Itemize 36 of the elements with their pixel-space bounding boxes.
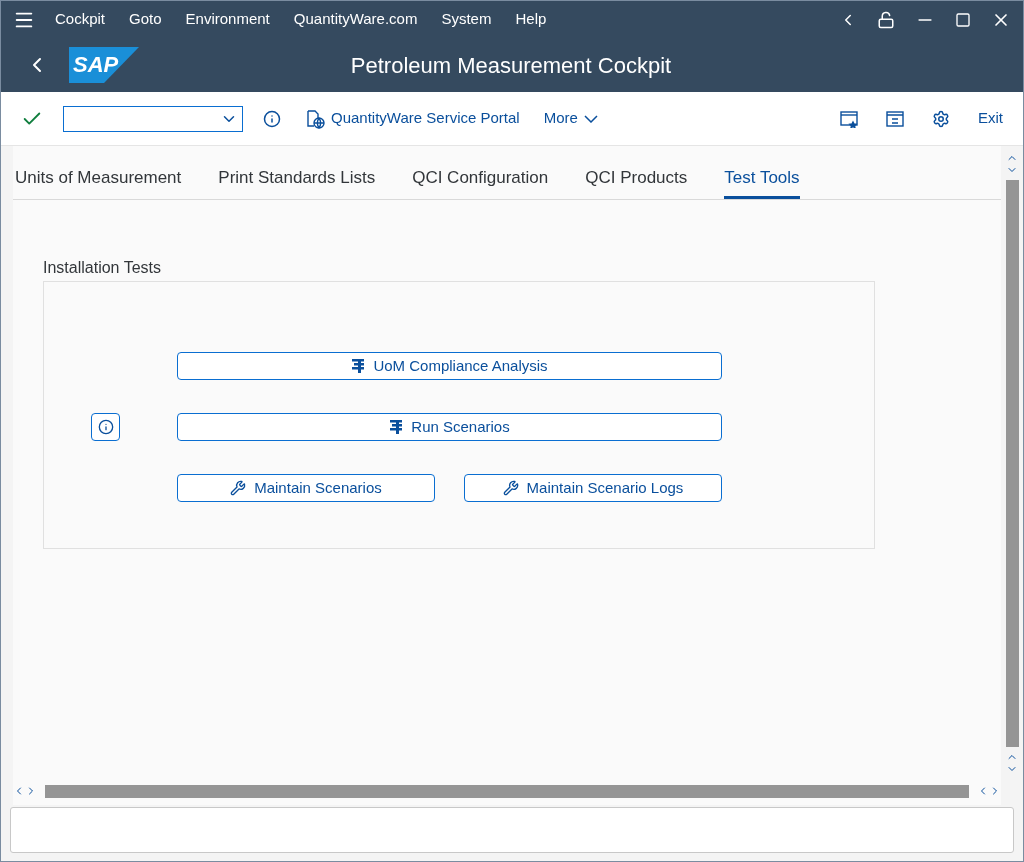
wrench-icon [502,480,519,496]
tab[interactable]: Test Tools [724,164,800,199]
wrench-icon [230,480,247,496]
run-icon [351,358,366,374]
menu-item[interactable]: QuantityWare.com [293,8,418,31]
lock-icon[interactable] [877,10,895,29]
maximize-icon[interactable] [955,11,971,28]
info-icon [97,419,114,435]
logo: SAP [69,47,139,83]
command-field[interactable] [63,105,243,132]
menu-item[interactable]: System [441,8,492,31]
run-icon [389,419,404,435]
info-icon[interactable] [263,109,281,128]
horizontal-scrollbar[interactable] [45,784,969,798]
toolbar-button[interactable]: More [543,107,598,130]
settings-icon[interactable] [932,109,950,128]
toolbar-button[interactable]: QuantityWare Service Portal [305,107,520,130]
tab[interactable]: QCI Products [585,164,688,199]
document-globe-icon [305,108,325,129]
menu-item[interactable]: Cockpit [55,8,106,31]
tab[interactable]: QCI Configuration [412,164,549,199]
info-button[interactable] [91,413,120,441]
action-button[interactable]: UoM Compliance Analysis [177,352,722,380]
action-button[interactable]: Maintain Scenario Logs [464,474,722,502]
menu-item[interactable]: Help [515,8,547,31]
action-button[interactable]: Run Scenarios [177,413,722,441]
menu-item[interactable]: Environment [185,8,270,31]
vertical-scrollbar[interactable] [1005,180,1019,747]
exit-button[interactable]: Exit [978,107,1003,130]
chevron-down-icon [583,114,598,123]
header-title: Petroleum Measurement Cockpit [350,51,672,80]
tab[interactable]: Units of Measurement [15,164,182,199]
menu-item[interactable]: Goto [129,8,162,31]
action-button[interactable]: Maintain Scenarios [177,474,435,502]
group-title: Installation Tests [43,258,162,278]
tab[interactable]: Print Standards Lists [218,164,376,199]
